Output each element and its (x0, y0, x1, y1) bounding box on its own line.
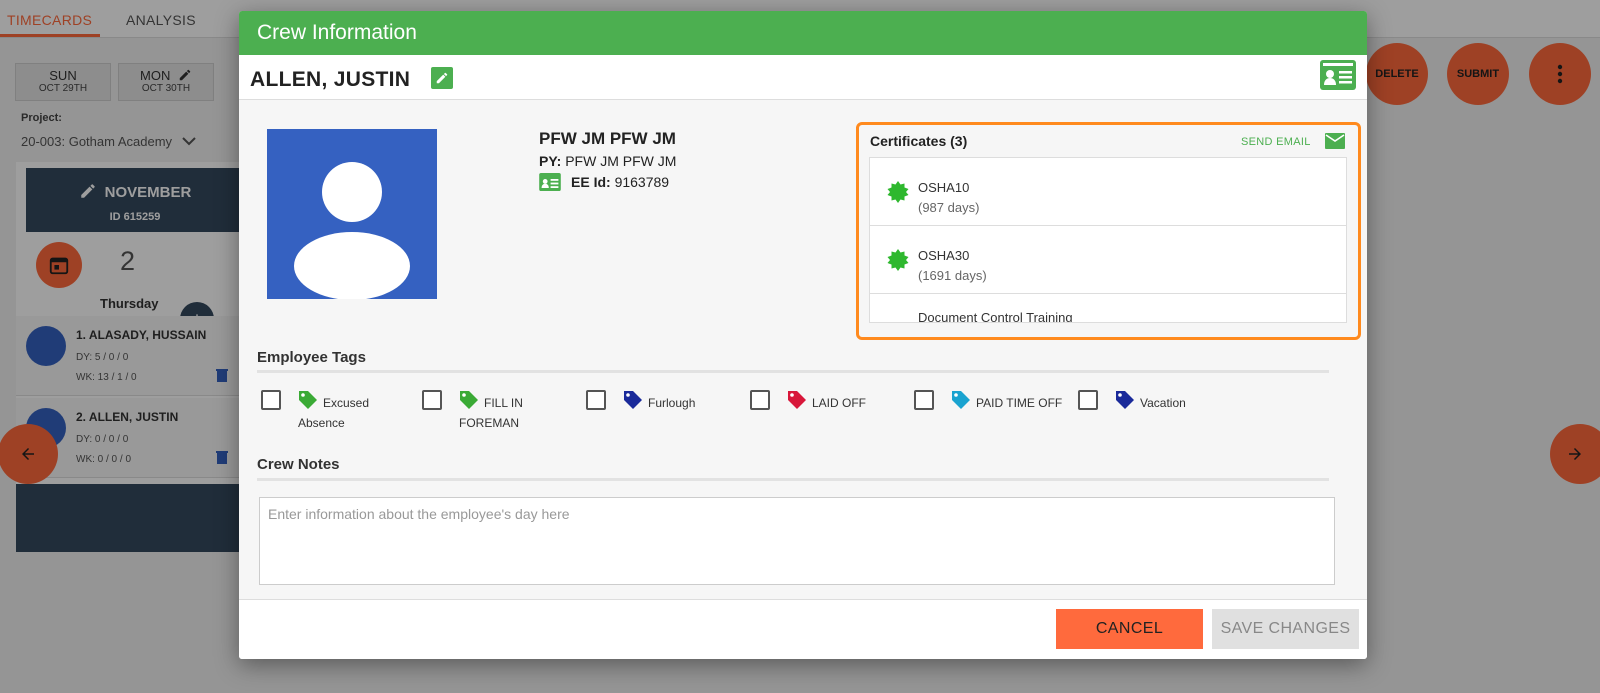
tag-paid-time-off[interactable]: PAID TIME OFF (914, 390, 1074, 434)
section-divider (257, 370, 1329, 373)
certificate-days: (1691 days) (918, 268, 987, 283)
employee-name: ALLEN, JUSTIN (250, 68, 411, 91)
crew-notes-title: Crew Notes (257, 456, 340, 473)
tag-label: LAID OFF (812, 396, 867, 410)
tag-label: Excused Absence (298, 396, 370, 430)
user-placeholder-icon (294, 162, 410, 299)
send-email-link[interactable]: SEND EMAIL (1241, 136, 1311, 148)
certificates-title: Certificates (3) (870, 133, 968, 149)
crew-notes-field[interactable] (259, 497, 1335, 585)
employee-tags-title: Employee Tags (257, 349, 366, 366)
certificate-name: OSHA30 (918, 248, 970, 263)
tag-label: Vacation (1140, 396, 1186, 410)
py-label: PY: (539, 153, 562, 169)
certificate-name: OSHA10 (918, 180, 970, 195)
dialog-footer: CANCEL SAVE CHANGES (239, 599, 1367, 659)
tag-checkbox[interactable] (1078, 390, 1098, 410)
tag-fill-in-foreman[interactable]: FILL IN FOREMAN (422, 390, 572, 434)
dialog-title: Crew Information (239, 11, 1367, 55)
employee-full-name: PFW JM PFW JM (539, 129, 676, 148)
tag-checkbox[interactable] (261, 390, 281, 410)
certificates-panel: Certificates (3) SEND EMAIL OSHA10 (987 … (856, 122, 1361, 340)
employee-info: PFW JM PFW JM PY: PFW JM PFW JM EE Id: 9… (539, 129, 676, 191)
certificate-item[interactable]: Document Control Training (870, 294, 1346, 323)
pencil-icon (436, 72, 448, 84)
section-divider (257, 478, 1329, 481)
tag-checkbox[interactable] (586, 390, 606, 410)
certificate-seal-icon (887, 249, 909, 271)
certificate-seal-icon (887, 181, 909, 203)
certificate-item[interactable]: OSHA30 (1691 days) (870, 226, 1346, 294)
tag-label: FILL IN FOREMAN (459, 396, 523, 430)
certificates-list[interactable]: OSHA10 (987 days) OSHA30 (1691 days) Doc… (869, 157, 1347, 323)
crew-information-dialog: Crew Information ALLEN, JUSTIN PFW JM PF… (239, 11, 1367, 659)
employee-header: ALLEN, JUSTIN (239, 55, 1367, 100)
tag-label: PAID TIME OFF (976, 396, 1063, 410)
tag-checkbox[interactable] (914, 390, 934, 410)
tag-checkbox[interactable] (422, 390, 442, 410)
tag-excused-absence[interactable]: Excused Absence (261, 390, 411, 434)
certificate-name: Document Control Training (918, 310, 1073, 323)
crew-notes-textarea[interactable] (260, 498, 1334, 584)
edit-name-button[interactable] (431, 67, 453, 89)
ee-id-label: EE Id: (571, 174, 611, 190)
ee-id-value: 9163789 (614, 174, 670, 190)
certificate-item[interactable]: OSHA10 (987 days) (870, 158, 1346, 226)
tag-checkbox[interactable] (750, 390, 770, 410)
id-card-icon[interactable] (1320, 60, 1356, 90)
save-changes-button[interactable]: SAVE CHANGES (1212, 609, 1359, 649)
mail-icon[interactable] (1325, 133, 1345, 149)
employee-photo (267, 129, 437, 299)
cancel-button[interactable]: CANCEL (1056, 609, 1203, 649)
tag-laid-off[interactable]: LAID OFF (750, 390, 900, 434)
tag-vacation[interactable]: Vacation (1078, 390, 1228, 434)
tag-furlough[interactable]: Furlough (586, 390, 736, 434)
certificate-days: (987 days) (918, 200, 980, 215)
py-value: PFW JM PFW JM (565, 153, 677, 169)
tag-label: Furlough (648, 396, 696, 410)
id-card-icon (539, 173, 561, 191)
